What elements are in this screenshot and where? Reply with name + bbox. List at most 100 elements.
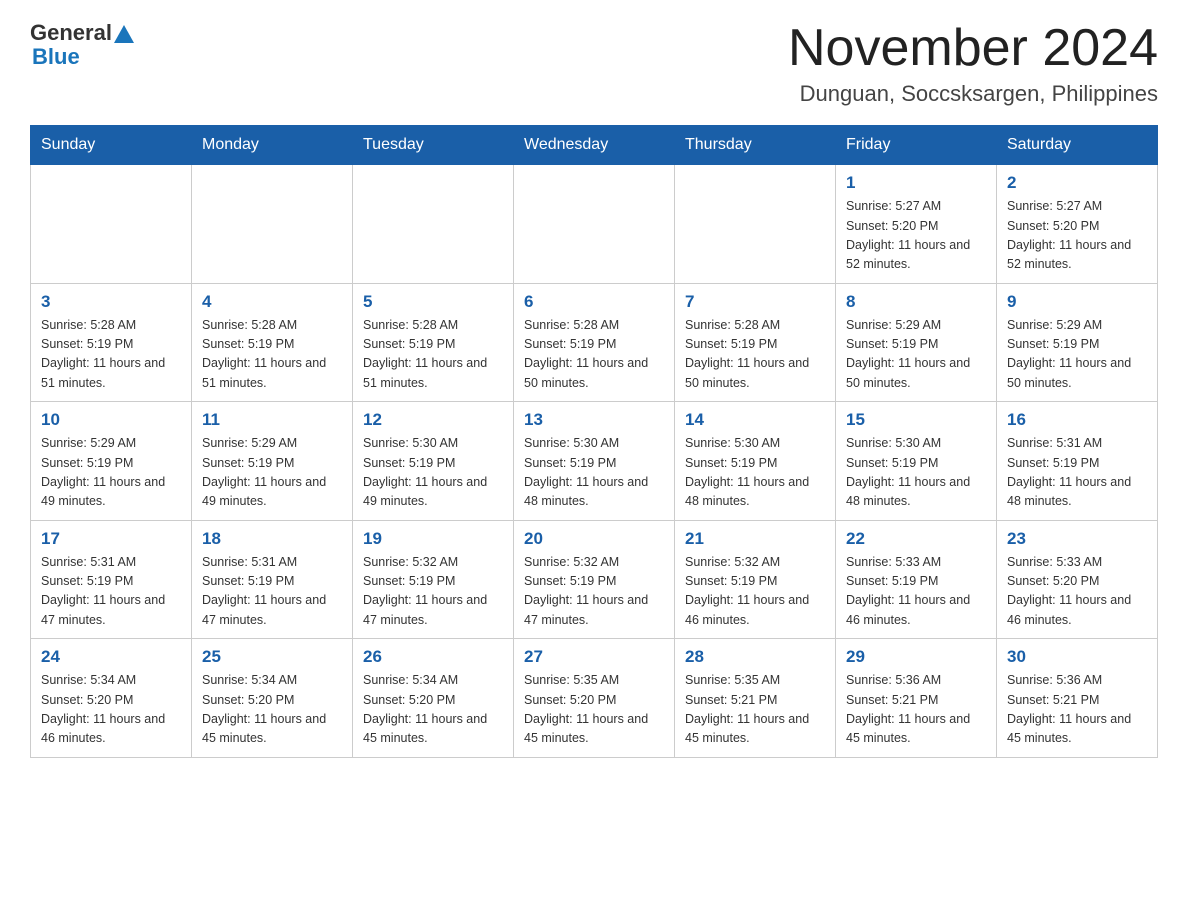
day-of-week-header: Thursday xyxy=(675,126,836,165)
day-of-week-header: Monday xyxy=(192,126,353,165)
calendar-cell xyxy=(514,165,675,284)
logo: General Blue xyxy=(30,20,134,70)
calendar-cell: 29 Sunrise: 5:36 AMSunset: 5:21 PMDayligh… xyxy=(836,639,997,758)
day-info: Sunrise: 5:31 AMSunset: 5:19 PMDaylight:… xyxy=(1007,434,1147,512)
calendar-cell: 4Sunrise: 5:28 AMSunset: 5:19 PMDaylight… xyxy=(192,283,353,402)
logo-text-general: General xyxy=(30,20,112,46)
calendar-cell: 27 Sunrise: 5:35 AMSunset: 5:20 PMDayligh… xyxy=(514,639,675,758)
calendar-cell: 30 Sunrise: 5:36 AMSunset: 5:21 PMDayligh… xyxy=(997,639,1158,758)
day-info: Sunrise: 5:27 AMSunset: 5:20 PMDaylight:… xyxy=(846,197,986,275)
day-info: Sunrise: 5:34 AMSunset: 5:20 PMDaylight:… xyxy=(202,671,342,749)
day-number: 29 xyxy=(846,647,986,667)
day-info: Sunrise: 5:30 AMSunset: 5:19 PMDaylight:… xyxy=(685,434,825,512)
calendar-cell: 15 Sunrise: 5:30 AMSunset: 5:19 PMDayligh… xyxy=(836,402,997,521)
day-info: Sunrise: 5:29 AMSunset: 5:19 PMDaylight:… xyxy=(41,434,181,512)
day-info: Sunrise: 5:30 AMSunset: 5:19 PMDaylight:… xyxy=(846,434,986,512)
calendar-cell: 21 Sunrise: 5:32 AMSunset: 5:19 PMDayligh… xyxy=(675,520,836,639)
day-number: 19 xyxy=(363,529,503,549)
day-number: 20 xyxy=(524,529,664,549)
day-number: 16 xyxy=(1007,410,1147,430)
calendar-cell: 25 Sunrise: 5:34 AMSunset: 5:20 PMDayligh… xyxy=(192,639,353,758)
title-block: November 2024 Dunguan, Soccsksargen, Phi… xyxy=(788,20,1158,107)
day-info: Sunrise: 5:35 AMSunset: 5:21 PMDaylight:… xyxy=(685,671,825,749)
day-number: 25 xyxy=(202,647,342,667)
day-info: Sunrise: 5:34 AMSunset: 5:20 PMDaylight:… xyxy=(41,671,181,749)
calendar-cell xyxy=(675,165,836,284)
day-info: Sunrise: 5:32 AMSunset: 5:19 PMDaylight:… xyxy=(363,553,503,631)
calendar-title: November 2024 xyxy=(788,20,1158,77)
calendar-cell xyxy=(192,165,353,284)
day-number: 22 xyxy=(846,529,986,549)
logo-text-blue: Blue xyxy=(32,44,134,70)
day-number: 3 xyxy=(41,292,181,312)
calendar-cell: 13 Sunrise: 5:30 AMSunset: 5:19 PMDayligh… xyxy=(514,402,675,521)
day-info: Sunrise: 5:28 AMSunset: 5:19 PMDaylight:… xyxy=(202,316,342,394)
calendar-table: SundayMondayTuesdayWednesdayThursdayFrid… xyxy=(30,125,1158,758)
day-number: 17 xyxy=(41,529,181,549)
day-info: Sunrise: 5:35 AMSunset: 5:20 PMDaylight:… xyxy=(524,671,664,749)
day-number: 15 xyxy=(846,410,986,430)
calendar-cell: 9 Sunrise: 5:29 AMSunset: 5:19 PMDaylight… xyxy=(997,283,1158,402)
calendar-cell: 5 Sunrise: 5:28 AMSunset: 5:19 PMDaylight… xyxy=(353,283,514,402)
day-number: 7 xyxy=(685,292,825,312)
calendar-cell: 23Sunrise: 5:33 AMSunset: 5:20 PMDayligh… xyxy=(997,520,1158,639)
calendar-cell: 14 Sunrise: 5:30 AMSunset: 5:19 PMDayligh… xyxy=(675,402,836,521)
day-number: 9 xyxy=(1007,292,1147,312)
calendar-cell: 2 Sunrise: 5:27 AMSunset: 5:20 PMDaylight… xyxy=(997,165,1158,284)
day-number: 5 xyxy=(363,292,503,312)
day-number: 26 xyxy=(363,647,503,667)
day-info: Sunrise: 5:28 AMSunset: 5:19 PMDaylight:… xyxy=(363,316,503,394)
calendar-cell xyxy=(353,165,514,284)
day-info: Sunrise: 5:32 AMSunset: 5:19 PMDaylight:… xyxy=(524,553,664,631)
day-number: 18 xyxy=(202,529,342,549)
page-header: General Blue November 2024 Dunguan, Socc… xyxy=(30,20,1158,107)
day-number: 28 xyxy=(685,647,825,667)
calendar-cell: 22Sunrise: 5:33 AMSunset: 5:19 PMDayligh… xyxy=(836,520,997,639)
calendar-header-row: SundayMondayTuesdayWednesdayThursdayFrid… xyxy=(31,126,1158,165)
day-number: 27 xyxy=(524,647,664,667)
calendar-cell: 20 Sunrise: 5:32 AMSunset: 5:19 PMDayligh… xyxy=(514,520,675,639)
calendar-cell: 8Sunrise: 5:29 AMSunset: 5:19 PMDaylight… xyxy=(836,283,997,402)
calendar-cell: 16 Sunrise: 5:31 AMSunset: 5:19 PMDayligh… xyxy=(997,402,1158,521)
day-of-week-header: Friday xyxy=(836,126,997,165)
day-info: Sunrise: 5:28 AMSunset: 5:19 PMDaylight:… xyxy=(685,316,825,394)
logo-triangle-icon xyxy=(114,25,134,43)
day-info: Sunrise: 5:27 AMSunset: 5:20 PMDaylight:… xyxy=(1007,197,1147,275)
day-info: Sunrise: 5:28 AMSunset: 5:19 PMDaylight:… xyxy=(41,316,181,394)
calendar-cell: 6Sunrise: 5:28 AMSunset: 5:19 PMDaylight… xyxy=(514,283,675,402)
day-number: 12 xyxy=(363,410,503,430)
calendar-week-row: 24Sunrise: 5:34 AMSunset: 5:20 PMDayligh… xyxy=(31,639,1158,758)
calendar-week-row: 3 Sunrise: 5:28 AMSunset: 5:19 PMDaylight… xyxy=(31,283,1158,402)
day-info: Sunrise: 5:36 AMSunset: 5:21 PMDaylight:… xyxy=(1007,671,1147,749)
day-number: 14 xyxy=(685,410,825,430)
calendar-cell xyxy=(31,165,192,284)
calendar-cell: 17 Sunrise: 5:31 AMSunset: 5:19 PMDayligh… xyxy=(31,520,192,639)
day-number: 2 xyxy=(1007,173,1147,193)
calendar-week-row: 1 Sunrise: 5:27 AMSunset: 5:20 PMDaylight… xyxy=(31,165,1158,284)
day-info: Sunrise: 5:31 AMSunset: 5:19 PMDaylight:… xyxy=(202,553,342,631)
calendar-cell: 24Sunrise: 5:34 AMSunset: 5:20 PMDayligh… xyxy=(31,639,192,758)
calendar-cell: 3 Sunrise: 5:28 AMSunset: 5:19 PMDaylight… xyxy=(31,283,192,402)
day-info: Sunrise: 5:29 AMSunset: 5:19 PMDaylight:… xyxy=(1007,316,1147,394)
calendar-cell: 28 Sunrise: 5:35 AMSunset: 5:21 PMDayligh… xyxy=(675,639,836,758)
day-number: 8 xyxy=(846,292,986,312)
calendar-week-row: 17 Sunrise: 5:31 AMSunset: 5:19 PMDayligh… xyxy=(31,520,1158,639)
day-info: Sunrise: 5:33 AMSunset: 5:20 PMDaylight:… xyxy=(1007,553,1147,631)
calendar-week-row: 10Sunrise: 5:29 AMSunset: 5:19 PMDayligh… xyxy=(31,402,1158,521)
day-number: 13 xyxy=(524,410,664,430)
calendar-cell: 1 Sunrise: 5:27 AMSunset: 5:20 PMDaylight… xyxy=(836,165,997,284)
day-info: Sunrise: 5:30 AMSunset: 5:19 PMDaylight:… xyxy=(524,434,664,512)
calendar-cell: 26Sunrise: 5:34 AMSunset: 5:20 PMDayligh… xyxy=(353,639,514,758)
calendar-subtitle: Dunguan, Soccsksargen, Philippines xyxy=(788,81,1158,107)
day-info: Sunrise: 5:31 AMSunset: 5:19 PMDaylight:… xyxy=(41,553,181,631)
day-info: Sunrise: 5:32 AMSunset: 5:19 PMDaylight:… xyxy=(685,553,825,631)
day-info: Sunrise: 5:36 AMSunset: 5:21 PMDaylight:… xyxy=(846,671,986,749)
day-number: 1 xyxy=(846,173,986,193)
day-number: 11 xyxy=(202,410,342,430)
day-info: Sunrise: 5:30 AMSunset: 5:19 PMDaylight:… xyxy=(363,434,503,512)
day-number: 30 xyxy=(1007,647,1147,667)
day-number: 21 xyxy=(685,529,825,549)
calendar-cell: 10Sunrise: 5:29 AMSunset: 5:19 PMDayligh… xyxy=(31,402,192,521)
calendar-cell: 18 Sunrise: 5:31 AMSunset: 5:19 PMDayligh… xyxy=(192,520,353,639)
day-info: Sunrise: 5:28 AMSunset: 5:19 PMDaylight:… xyxy=(524,316,664,394)
